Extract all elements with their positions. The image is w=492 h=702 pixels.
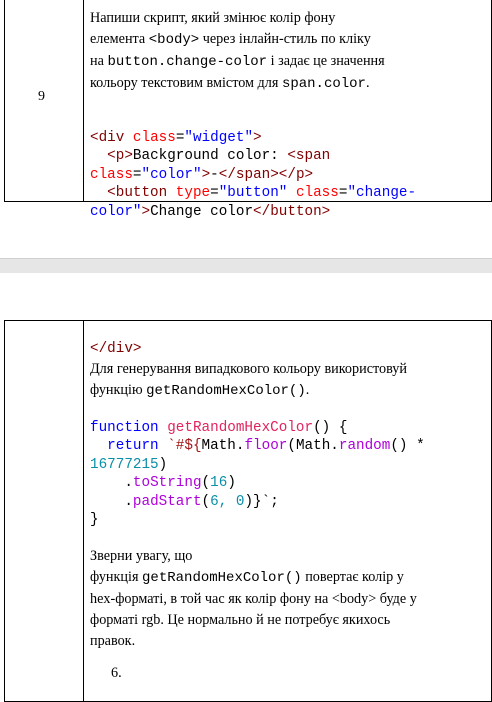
task-line: на button.change-color і задає це значен… — [90, 53, 385, 70]
code-line: <div class="widget"> — [90, 129, 262, 146]
task-line: кольору текстовим вмістом для span.color… — [90, 75, 370, 92]
code-line: color">Change color</button> — [90, 203, 331, 220]
code-line: <p>Background color: <span — [90, 148, 331, 164]
html-code-block: <div class="widget"> <p>Background color… — [90, 110, 490, 258]
document-page-1: 9 Напиши скрипт, який змінює колір фону … — [0, 0, 492, 258]
hint-line: Для генерування випадкового кольору вико… — [90, 361, 407, 377]
note-paragraph: Зверни увагу, що функція getRandomHexCol… — [90, 546, 486, 652]
code-line: function getRandomHexColor() { — [90, 419, 348, 436]
code-line: .padStart(6, 0)}`; — [90, 493, 279, 510]
code-line: return `#${Math.floor(Math.random() * — [90, 438, 425, 454]
page-gap — [0, 258, 492, 274]
hint-paragraph: Для генерування випадкового кольору вико… — [90, 359, 486, 402]
next-list-item: 6. — [111, 665, 122, 681]
note-line: правок. — [90, 633, 136, 649]
document-page-2: </div> Для генерування випадкового кольо… — [0, 273, 492, 702]
note-line: Зверни увагу, що — [90, 548, 193, 564]
code-line: } — [90, 512, 99, 528]
code-line: <button type="button" class="change- — [90, 185, 417, 201]
note-line: форматі rgb. Це нормально й не потребує … — [90, 612, 391, 628]
code-line: class="color">-</span></p> — [90, 166, 314, 183]
note-line: hex-форматі, в той час як колір фону на … — [90, 591, 417, 607]
hint-line: функцію getRandomHexColor(). — [90, 382, 310, 399]
task-line: елемента <body> через інлайн-стиль по кл… — [90, 31, 371, 48]
number-column-divider — [83, 320, 84, 702]
task-number: 9 — [38, 89, 45, 104]
task-description: Напиши скрипт, який змінює колір фону ел… — [90, 8, 486, 95]
code-line: 16777215) — [90, 456, 168, 473]
code-line: .toString(16) — [90, 475, 236, 491]
task-line: Напиши скрипт, який змінює колір фону — [90, 10, 336, 26]
js-code-block: function getRandomHexColor() { return `#… — [90, 400, 490, 567]
number-column-divider — [83, 0, 84, 202]
code-line: </div> — [90, 340, 142, 357]
note-line: функція getRandomHexColor() повертає кол… — [90, 569, 404, 586]
